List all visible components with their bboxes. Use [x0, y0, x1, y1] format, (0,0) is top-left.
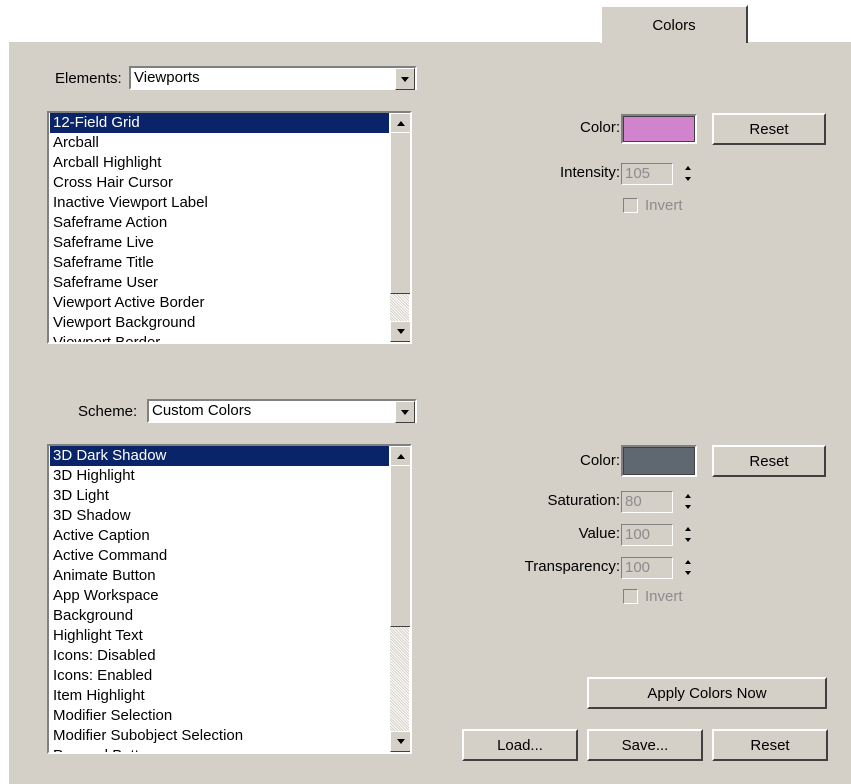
scheme-color-label: Color: — [579, 452, 620, 469]
spinner-down-icon[interactable] — [681, 535, 695, 545]
scheme-list-item[interactable]: Active Caption — [50, 526, 389, 546]
scheme-reset-label: Reset — [749, 452, 789, 470]
value-field[interactable]: 100 — [621, 524, 673, 546]
elements-list-item[interactable]: Arcball — [50, 133, 389, 153]
scheme-color-swatch[interactable] — [621, 445, 697, 477]
scheme-list-item[interactable]: Highlight Text — [50, 626, 389, 646]
scheme-list-item[interactable]: Icons: Enabled — [50, 666, 389, 686]
saturation-field[interactable]: 80 — [621, 491, 673, 513]
elements-dropdown-arrow-icon[interactable] — [395, 68, 415, 90]
elements-reset-label: Reset — [749, 120, 789, 138]
transparency-spinner[interactable] — [681, 557, 695, 579]
scheme-list-item[interactable]: Item Highlight — [50, 686, 389, 706]
scheme-list-item[interactable]: Modifier Subobject Selection — [50, 726, 389, 746]
scheme-list-item[interactable]: Modifier Selection — [50, 706, 389, 726]
elements-label: Elements: — [55, 70, 122, 87]
scheme-list-item[interactable]: 3D Highlight — [50, 466, 389, 486]
scheme-dropdown-value: Custom Colors — [152, 402, 252, 419]
scheme-list-item[interactable]: App Workspace — [50, 586, 389, 606]
elements-scrollbar[interactable] — [390, 113, 410, 342]
apply-colors-now-button[interactable]: Apply Colors Now — [587, 677, 827, 709]
elements-invert-label: Invert — [645, 197, 683, 214]
scheme-list-item[interactable]: Pressed Buttons — [50, 746, 389, 752]
tab-colors[interactable]: Colors — [600, 5, 748, 43]
apply-colors-now-label: Apply Colors Now — [647, 684, 767, 702]
value-spinner[interactable] — [681, 524, 695, 546]
scroll-down-icon[interactable] — [390, 321, 410, 342]
elements-list: 12-Field Grid Arcball Arcball Highlight Cro… — [50, 113, 389, 342]
spinner-down-icon[interactable] — [681, 502, 695, 512]
elements-list-item[interactable]: Cross Hair Cursor — [50, 173, 389, 193]
scheme-list-item[interactable]: 3D Light — [50, 486, 389, 506]
elements-list-item[interactable]: Safeframe Action — [50, 213, 389, 233]
scheme-list: 3D Dark Shadow 3D Highlight 3D Light 3D Sha… — [50, 446, 389, 752]
elements-list-item[interactable]: Arcball Highlight — [50, 153, 389, 173]
elements-reset-button[interactable]: Reset — [712, 113, 826, 145]
scheme-list-item[interactable]: Active Command — [50, 546, 389, 566]
reset-label: Reset — [750, 736, 790, 754]
intensity-field[interactable]: 105 — [621, 163, 673, 185]
elements-dropdown-value: Viewports — [134, 69, 200, 86]
scheme-dropdown-arrow-icon[interactable] — [395, 401, 415, 423]
scheme-color-fill — [623, 447, 695, 475]
spinner-down-icon[interactable] — [681, 568, 695, 578]
load-button[interactable]: Load... — [462, 729, 578, 761]
scheme-invert-label: Invert — [645, 588, 683, 605]
scheme-dropdown[interactable]: Custom Colors — [147, 399, 417, 423]
scheme-reset-button[interactable]: Reset — [712, 445, 826, 477]
elements-list-item[interactable]: Safeframe User — [50, 273, 389, 293]
scheme-scrollbar[interactable] — [390, 446, 410, 752]
elements-dropdown[interactable]: Viewports — [129, 66, 417, 90]
scheme-list-item[interactable]: Icons: Disabled — [50, 646, 389, 666]
reset-button[interactable]: Reset — [712, 729, 828, 761]
spinner-up-icon[interactable] — [681, 557, 695, 567]
elements-list-item[interactable]: Inactive Viewport Label — [50, 193, 389, 213]
saturation-label: Saturation: — [547, 492, 620, 509]
saturation-spinner[interactable] — [681, 491, 695, 513]
scrollbar-thumb[interactable] — [390, 132, 410, 294]
value-label: Value: — [578, 525, 620, 542]
scheme-list-item[interactable]: 3D Dark Shadow — [50, 446, 389, 466]
spinner-down-icon[interactable] — [681, 174, 695, 184]
scheme-list-item[interactable]: 3D Shadow — [50, 506, 389, 526]
scrollbar-thumb[interactable] — [390, 465, 410, 627]
elements-list-item[interactable]: Viewport Active Border — [50, 293, 389, 313]
spinner-up-icon[interactable] — [681, 524, 695, 534]
elements-invert-checkbox[interactable] — [623, 198, 638, 213]
elements-listbox[interactable]: 12-Field Grid Arcball Arcball Highlight Cro… — [47, 111, 412, 344]
save-label: Save... — [621, 736, 669, 754]
spinner-up-icon[interactable] — [681, 163, 695, 173]
elements-list-item[interactable]: Viewport Border — [50, 333, 389, 342]
intensity-spinner[interactable] — [681, 163, 695, 185]
scheme-label: Scheme: — [78, 403, 138, 420]
transparency-label: Transparency: — [524, 558, 620, 575]
scheme-list-item[interactable]: Animate Button — [50, 566, 389, 586]
scroll-up-icon[interactable] — [390, 113, 410, 134]
elements-list-item[interactable]: Safeframe Live — [50, 233, 389, 253]
scheme-listbox[interactable]: 3D Dark Shadow 3D Highlight 3D Light 3D Sha… — [47, 444, 412, 754]
elements-color-swatch[interactable] — [621, 114, 697, 144]
transparency-field[interactable]: 100 — [621, 557, 673, 579]
elements-list-item[interactable]: Safeframe Title — [50, 253, 389, 273]
intensity-label: Intensity: — [559, 164, 620, 181]
elements-list-item[interactable]: Viewport Background — [50, 313, 389, 333]
elements-color-label: Color: — [579, 119, 620, 136]
elements-color-fill — [623, 116, 695, 142]
tab-colors-label: Colors — [652, 16, 696, 34]
scheme-invert-checkbox[interactable] — [623, 589, 638, 604]
scroll-up-icon[interactable] — [390, 446, 410, 467]
elements-list-item[interactable]: 12-Field Grid — [50, 113, 389, 133]
load-label: Load... — [497, 736, 543, 754]
scroll-down-icon[interactable] — [390, 731, 410, 752]
save-button[interactable]: Save... — [587, 729, 703, 761]
spinner-up-icon[interactable] — [681, 491, 695, 501]
scheme-list-item[interactable]: Background — [50, 606, 389, 626]
